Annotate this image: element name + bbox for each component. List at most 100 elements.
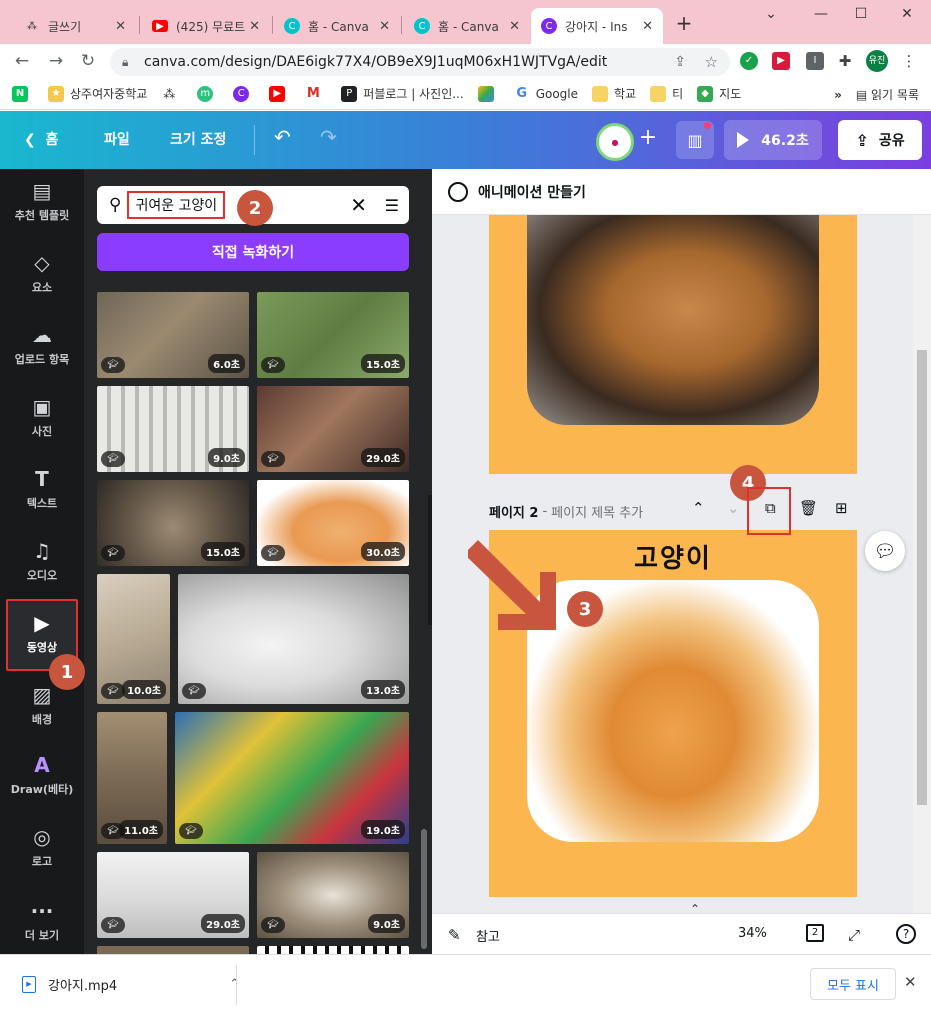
rail-item-uploads[interactable]: ☁ 업로드 항목 bbox=[0, 323, 84, 367]
file-menu-button[interactable]: 파일 bbox=[104, 129, 130, 149]
clear-search-icon[interactable]: ✕ bbox=[350, 193, 367, 217]
url-input[interactable]: 🔒︎ canva.com/design/DAE6igk77X4/OB9eX9J1… bbox=[110, 48, 730, 76]
browser-tab-3[interactable]: C 홈 - Canva ✕ bbox=[274, 8, 400, 44]
reload-icon[interactable]: ↻ bbox=[76, 50, 100, 72]
move-down-chevron-icon[interactable]: ⌄ bbox=[727, 499, 740, 517]
red-extension-icon[interactable]: ▶ bbox=[772, 52, 790, 70]
notes-icon[interactable]: ✎ bbox=[448, 926, 461, 944]
video-thumbnail-partial[interactable] bbox=[257, 946, 409, 954]
undo-icon[interactable]: ↶ bbox=[274, 125, 291, 149]
video-thumbnail[interactable]: 🎓︎ 11.0초 bbox=[97, 712, 167, 844]
share-page-icon[interactable]: ⇪ bbox=[674, 54, 686, 70]
move-up-chevron-icon[interactable]: ⌃ bbox=[692, 499, 705, 517]
browser-tab-4[interactable]: C 홈 - Canva ✕ bbox=[404, 8, 530, 44]
bookmark-naver[interactable]: N bbox=[12, 85, 34, 102]
video-thumbnail[interactable]: 🎓︎ 29.0초 bbox=[97, 852, 249, 938]
delete-page-icon[interactable]: 🗑︎ bbox=[799, 499, 818, 517]
filter-sliders-icon[interactable]: ☰ bbox=[385, 196, 399, 215]
bookmark-brunch[interactable]: ⁂ bbox=[161, 86, 183, 102]
reading-list-button[interactable]: ▤ 읽기 목록 bbox=[856, 86, 919, 103]
bookmark-gmail[interactable]: M bbox=[305, 86, 327, 102]
forward-arrow-icon[interactable]: → bbox=[44, 50, 68, 72]
bookmark-maps[interactable]: ◆ 지도 bbox=[697, 85, 741, 102]
minimize-button[interactable]: — bbox=[806, 6, 836, 26]
gray-extension-icon[interactable]: I bbox=[806, 52, 824, 70]
add-collaborator-button[interactable]: + bbox=[636, 127, 660, 151]
tab-search-chevron-icon[interactable]: ⌄ bbox=[756, 6, 786, 26]
back-arrow-icon[interactable]: ← bbox=[10, 50, 34, 72]
home-button[interactable]: ❮ 홈 bbox=[24, 129, 58, 149]
rail-item-elements[interactable]: ◇ 요소 bbox=[0, 251, 84, 295]
video-thumbnail[interactable]: 🎓︎ 9.0초 bbox=[97, 386, 249, 472]
bookmarks-overflow-icon[interactable]: » bbox=[834, 88, 842, 102]
share-button[interactable]: ⇪ 공유 bbox=[838, 120, 922, 160]
rail-item-logo[interactable]: ◎ 로고 bbox=[0, 825, 84, 869]
download-item[interactable]: ▶ 강아지.mp4 ⌃ bbox=[22, 975, 240, 994]
page-count-button[interactable]: 2 bbox=[806, 924, 824, 942]
comment-add-icon[interactable]: 💬︎ bbox=[865, 531, 905, 571]
scrollbar-thumb[interactable] bbox=[917, 350, 927, 805]
new-tab-button[interactable]: + bbox=[672, 12, 696, 36]
record-yourself-button[interactable]: 직접 녹화하기 bbox=[97, 233, 409, 271]
maximize-button[interactable]: ☐ bbox=[846, 6, 876, 26]
tab-close-icon[interactable]: ✕ bbox=[379, 19, 390, 34]
chrome-menu-icon[interactable]: ⋮ bbox=[900, 52, 918, 70]
bookmark-publog[interactable]: P 퍼블로그 | 사진인... bbox=[341, 85, 464, 102]
bookmark-m[interactable]: m bbox=[197, 85, 219, 102]
browser-tab-5-active[interactable]: C 강아지 - Ins ✕ bbox=[531, 8, 663, 44]
rail-item-audio[interactable]: ♫ 오디오 bbox=[0, 539, 84, 583]
expand-up-chevron-icon[interactable]: ⌃ bbox=[690, 902, 700, 916]
profile-avatar[interactable]: 유진 bbox=[866, 50, 888, 72]
puppy-photo[interactable] bbox=[527, 215, 819, 425]
bookmark-google[interactable]: G Google bbox=[514, 86, 578, 102]
browser-tab-1[interactable]: ⁂ 글쓰기 ✕ bbox=[14, 8, 136, 44]
rail-item-videos[interactable]: ▶ 동영상 bbox=[0, 611, 84, 655]
bookmark-folder-ti[interactable]: 티 bbox=[650, 85, 683, 102]
tab-close-icon[interactable]: ✕ bbox=[642, 19, 653, 34]
panel-scrollbar[interactable] bbox=[421, 829, 427, 949]
close-download-icon[interactable]: ✕ bbox=[904, 973, 917, 991]
shield-extension-icon[interactable]: ✓ bbox=[740, 52, 758, 70]
video-thumbnail[interactable]: 🎓︎ 30.0초 bbox=[257, 480, 409, 566]
search-query[interactable]: 귀여운 고양이 bbox=[127, 191, 226, 219]
video-thumbnail[interactable]: 🎓︎ 10.0초 bbox=[97, 574, 170, 704]
video-thumbnail[interactable]: 🎓︎ 29.0초 bbox=[257, 386, 409, 472]
notes-button[interactable]: 참고 bbox=[476, 926, 500, 945]
bookmark-star-icon[interactable]: ☆ bbox=[705, 53, 718, 71]
rail-item-more[interactable]: ··· 더 보기 bbox=[0, 899, 84, 943]
bookmark-folder-school[interactable]: 학교 bbox=[592, 85, 636, 102]
insights-button[interactable]: ▥ bbox=[676, 121, 714, 159]
tab-close-icon[interactable]: ✕ bbox=[249, 19, 260, 34]
present-button[interactable]: 46.2초 bbox=[724, 120, 822, 160]
bookmark-canva[interactable]: C bbox=[233, 85, 255, 102]
video-thumbnail[interactable]: 🎓︎ 6.0초 bbox=[97, 292, 249, 378]
rail-item-photos[interactable]: ▣ 사진 bbox=[0, 395, 84, 439]
zoom-level[interactable]: 34% bbox=[738, 926, 767, 941]
rail-item-draw[interactable]: A Draw(베타) bbox=[0, 753, 84, 797]
page-title-input[interactable]: 페이지 제목 추가 bbox=[551, 502, 643, 521]
browser-tab-2[interactable]: ▶ (425) 무료트 ✕ bbox=[142, 8, 270, 44]
rail-item-background[interactable]: ▨ 배경 bbox=[0, 683, 84, 727]
show-all-button[interactable]: 모두 표시 bbox=[810, 968, 896, 1000]
chevron-up-icon[interactable]: ⌃ bbox=[229, 977, 240, 992]
resize-button[interactable]: 크기 조정 bbox=[170, 129, 226, 149]
avatar[interactable]: ● bbox=[596, 123, 634, 161]
design-page-1[interactable] bbox=[489, 215, 857, 474]
window-close-button[interactable]: ✕ bbox=[892, 6, 922, 26]
animate-toolbar[interactable]: 애니메이션 만들기 bbox=[432, 169, 931, 215]
video-thumbnail[interactable]: 🎓︎ 15.0초 bbox=[257, 292, 409, 378]
rail-item-text[interactable]: T 텍스트 bbox=[0, 467, 84, 511]
tab-close-icon[interactable]: ✕ bbox=[115, 19, 126, 34]
redo-icon[interactable]: ↷ bbox=[320, 125, 337, 149]
fullscreen-icon[interactable]: ⤢ bbox=[848, 926, 860, 944]
video-thumbnail-partial[interactable] bbox=[97, 946, 249, 954]
video-thumbnail[interactable]: 🎓︎ 15.0초 bbox=[97, 480, 249, 566]
tab-close-icon[interactable]: ✕ bbox=[509, 19, 520, 34]
help-icon[interactable]: ? bbox=[896, 924, 916, 944]
rail-item-templates[interactable]: ▤ 추천 템플릿 bbox=[0, 179, 84, 223]
editor-scrollbar[interactable] bbox=[913, 215, 931, 913]
bookmark-school[interactable]: ★ 상주여자중학교 bbox=[48, 85, 147, 102]
add-page-icon[interactable]: ⊞ bbox=[835, 499, 848, 517]
video-thumbnail[interactable]: 🎓︎ 19.0초 bbox=[175, 712, 409, 844]
video-thumbnail[interactable]: 🎓︎ 9.0초 bbox=[257, 852, 409, 938]
